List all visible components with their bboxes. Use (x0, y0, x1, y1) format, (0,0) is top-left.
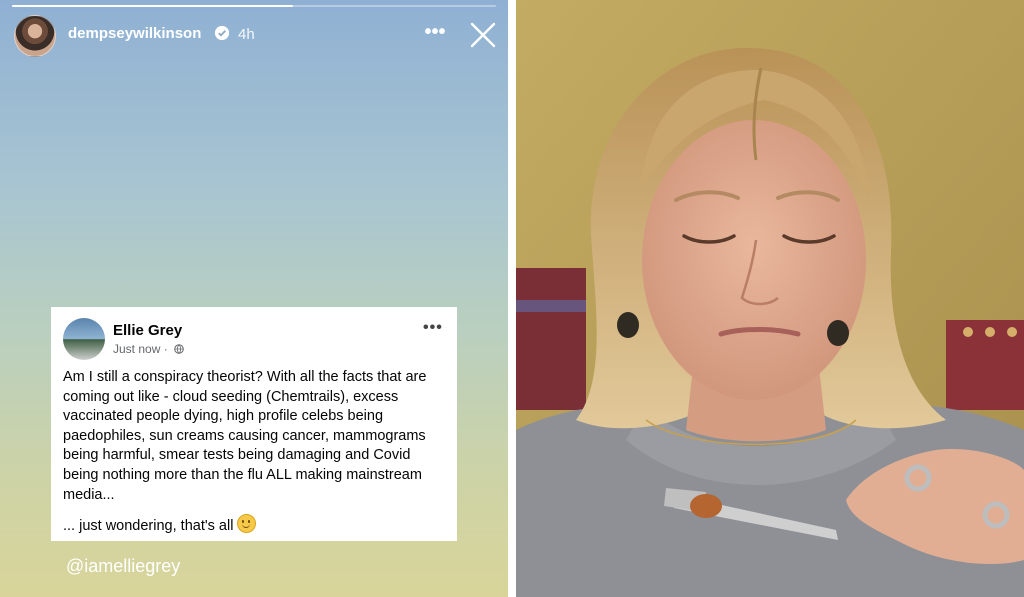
post-author-name[interactable]: Ellie Grey (113, 322, 182, 339)
close-icon[interactable] (468, 20, 498, 50)
meta-separator: · (160, 342, 172, 356)
avatar[interactable] (14, 15, 56, 57)
post-more-icon[interactable]: ••• (423, 319, 443, 337)
verified-badge-icon (215, 26, 229, 40)
post-footer: ... just wondering, that's all (63, 514, 257, 534)
story-panel: dempseywilkinson 4h ••• Ellie Grey Just … (0, 0, 508, 597)
woman-photo (516, 0, 1024, 597)
mention-handle[interactable]: @iamelliegrey (66, 556, 180, 577)
story-username[interactable]: dempseywilkinson (68, 25, 201, 42)
shared-post-card[interactable]: Ellie Grey Just now · ••• Am I still a c… (51, 307, 457, 541)
story-progress-fill (12, 5, 293, 7)
story-progress-bar (12, 5, 496, 7)
woman-photo-illustration (516, 0, 1024, 597)
story-time: 4h (238, 26, 255, 43)
post-body: Am I still a conspiracy theorist? With a… (63, 369, 427, 503)
post-footer-text: ... just wondering, that's all (63, 518, 234, 534)
post-meta: Just now · (113, 342, 184, 356)
slightly-smiling-face-icon (237, 514, 257, 533)
post-author-avatar[interactable] (63, 318, 105, 360)
post-timestamp: Just now (113, 342, 161, 356)
more-horizontal-icon[interactable]: ••• (420, 22, 450, 46)
globe-icon (174, 343, 184, 354)
